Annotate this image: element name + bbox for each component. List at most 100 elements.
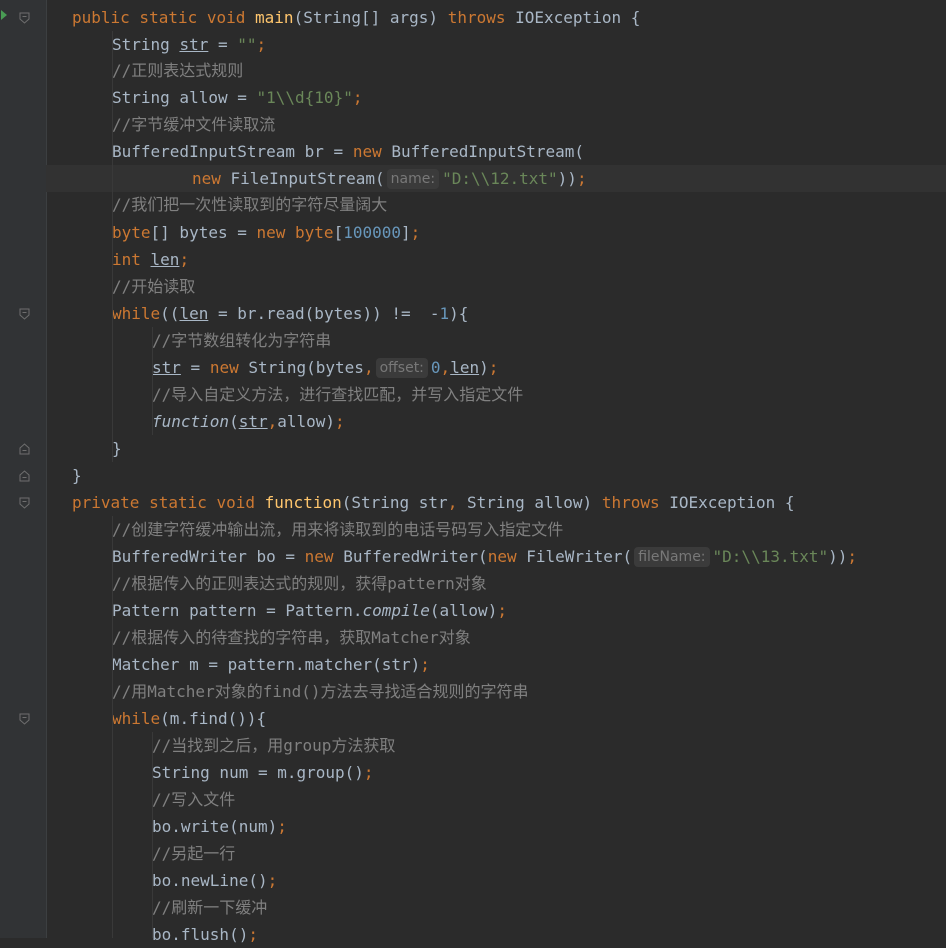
- code-line[interactable]: private static void function(String str,…: [46, 489, 946, 516]
- code-line[interactable]: bo.write(num);: [46, 813, 946, 840]
- fold-open-icon[interactable]: [19, 12, 30, 24]
- code-token: compile: [362, 601, 430, 620]
- code-line[interactable]: //根据传入的正则表达式的规则，获得pattern对象: [46, 570, 946, 597]
- fold-close-icon[interactable]: [19, 443, 30, 455]
- code-line[interactable]: String str = "";: [46, 31, 946, 58]
- code-line-content: public static void main(String[] args) t…: [72, 4, 640, 31]
- code-line-content: String str = "";: [112, 31, 266, 58]
- code-line[interactable]: while(m.find()){: [46, 705, 946, 732]
- code-line[interactable]: public static void main(String[] args) t…: [46, 4, 946, 31]
- code-token: ;: [335, 412, 345, 431]
- code-line-content: while((len = br.read(bytes)) != -1){: [112, 300, 468, 327]
- code-token: "D:\\12.txt": [442, 169, 558, 188]
- code-line[interactable]: Pattern pattern = Pattern.compile(allow)…: [46, 597, 946, 624]
- code-token: String: [112, 35, 180, 54]
- indent-guide: [112, 31, 113, 462]
- code-line-content: str = new String(bytes, offset: 0,len);: [152, 354, 498, 381]
- code-line[interactable]: BufferedWriter bo = new BufferedWriter(n…: [46, 543, 946, 570]
- code-token: throws: [447, 8, 516, 27]
- code-line[interactable]: //创建字符缓冲输出流，用来将读取到的电话号码写入指定文件: [46, 516, 946, 543]
- code-line[interactable]: //根据传入的待查找的字符串，获取Matcher对象: [46, 624, 946, 651]
- code-token: bo.newLine(): [152, 871, 268, 890]
- code-line[interactable]: int len;: [46, 246, 946, 273]
- code-token: new: [304, 547, 344, 566]
- code-line[interactable]: BufferedInputStream br = new BufferedInp…: [46, 138, 946, 165]
- code-token: String num = m.group(): [152, 763, 364, 782]
- code-comment: //根据传入的正则表达式的规则，获得pattern对象: [112, 574, 487, 593]
- fold-open-icon[interactable]: [19, 308, 30, 320]
- code-line[interactable]: while((len = br.read(bytes)) != -1){: [46, 300, 946, 327]
- code-token: function: [264, 493, 342, 512]
- code-token: String(bytes: [248, 358, 364, 377]
- code-token: ;: [267, 871, 278, 890]
- code-token: ;: [363, 763, 374, 782]
- code-line[interactable]: bo.newLine();: [46, 867, 946, 894]
- code-line-content: //当找到之后，用group方法获取: [152, 732, 395, 759]
- indent-guide: [112, 516, 113, 938]
- code-line[interactable]: byte[] bytes = new byte[100000];: [46, 219, 946, 246]
- code-line-content: bo.newLine();: [152, 867, 277, 894]
- code-line-content: bo.flush();: [152, 921, 258, 948]
- code-token: IOException {: [515, 8, 641, 27]
- code-token: private static void: [72, 493, 265, 512]
- code-token: [] bytes =: [150, 223, 257, 242]
- code-token: allow): [277, 412, 336, 431]
- code-token: "D:\\13.txt": [712, 547, 829, 566]
- code-token: ((: [160, 304, 180, 323]
- code-token: "": [237, 35, 257, 54]
- code-line[interactable]: function(str,allow);: [46, 408, 946, 435]
- code-line[interactable]: //我们把一次性读取到的字符尽量阔大: [46, 191, 946, 218]
- code-line[interactable]: //刷新一下缓冲: [46, 894, 946, 921]
- code-token: Pattern pattern = Pattern.: [112, 601, 363, 620]
- code-token: while: [112, 709, 161, 728]
- code-line[interactable]: }: [46, 462, 946, 489]
- code-token: ;: [488, 358, 499, 377]
- code-line[interactable]: //用Matcher对象的find()方法去寻找适合规则的字符串: [46, 678, 946, 705]
- code-line-content: while(m.find()){: [112, 705, 266, 732]
- code-token: ;: [277, 817, 287, 836]
- code-token: =: [180, 358, 210, 377]
- code-line[interactable]: }: [46, 435, 946, 462]
- code-token: ;: [576, 169, 587, 188]
- code-token: public static void: [72, 8, 256, 27]
- code-line[interactable]: //另起一行: [46, 840, 946, 867]
- code-comment: //字节缓冲文件读取流: [112, 115, 276, 134]
- code-line[interactable]: Matcher m = pattern.matcher(str);: [46, 651, 946, 678]
- code-line[interactable]: //字节缓冲文件读取流: [46, 111, 946, 138]
- code-line-content: //正则表达式规则: [112, 57, 243, 84]
- code-token: len: [150, 250, 180, 269]
- code-line[interactable]: //写入文件: [46, 786, 946, 813]
- run-icon[interactable]: [0, 6, 8, 20]
- code-line[interactable]: //正则表达式规则: [46, 57, 946, 84]
- code-line[interactable]: String num = m.group();: [46, 759, 946, 786]
- code-token: (: [229, 412, 239, 431]
- code-line-content: //刷新一下缓冲: [152, 894, 267, 921]
- code-token: (String str: [341, 493, 448, 512]
- code-line-content: //根据传入的待查找的字符串，获取Matcher对象: [112, 624, 471, 651]
- fold-close-icon[interactable]: [19, 470, 30, 482]
- code-line[interactable]: str = new String(bytes, offset: 0,len);: [46, 354, 946, 381]
- code-comment: //当找到之后，用group方法获取: [152, 736, 396, 755]
- fold-open-icon[interactable]: [19, 497, 30, 509]
- code-line-content: //开始读取: [112, 273, 195, 300]
- code-token: (m.find()){: [160, 709, 267, 728]
- code-token: "1\\d{10}": [256, 88, 353, 107]
- code-line-content: }: [72, 462, 82, 489]
- code-line[interactable]: //字节数组转化为字符串: [46, 327, 946, 354]
- indent-guide: [152, 732, 153, 938]
- code-token: ): [479, 358, 489, 377]
- code-line[interactable]: //导入自定义方法，进行查找匹配，并写入指定文件: [46, 381, 946, 408]
- code-token: 1: [439, 304, 450, 323]
- code-line[interactable]: //开始读取: [46, 273, 946, 300]
- code-line[interactable]: new FileInputStream(name: "D:\\12.txt"));: [46, 165, 946, 192]
- fold-open-icon[interactable]: [19, 713, 30, 725]
- code-line-content: //我们把一次性读取到的字符尽量阔大: [112, 191, 387, 218]
- code-line[interactable]: //当找到之后，用group方法获取: [46, 732, 946, 759]
- code-line[interactable]: bo.flush();: [46, 921, 946, 948]
- code-token: ;: [248, 925, 258, 944]
- code-line[interactable]: String allow = "1\\d{10}";: [46, 84, 946, 111]
- code-token: byte: [112, 223, 151, 242]
- code-editor[interactable]: public static void main(String[] args) t…: [0, 0, 946, 944]
- code-token: BufferedInputStream br =: [112, 142, 353, 161]
- code-token: new: [352, 142, 392, 161]
